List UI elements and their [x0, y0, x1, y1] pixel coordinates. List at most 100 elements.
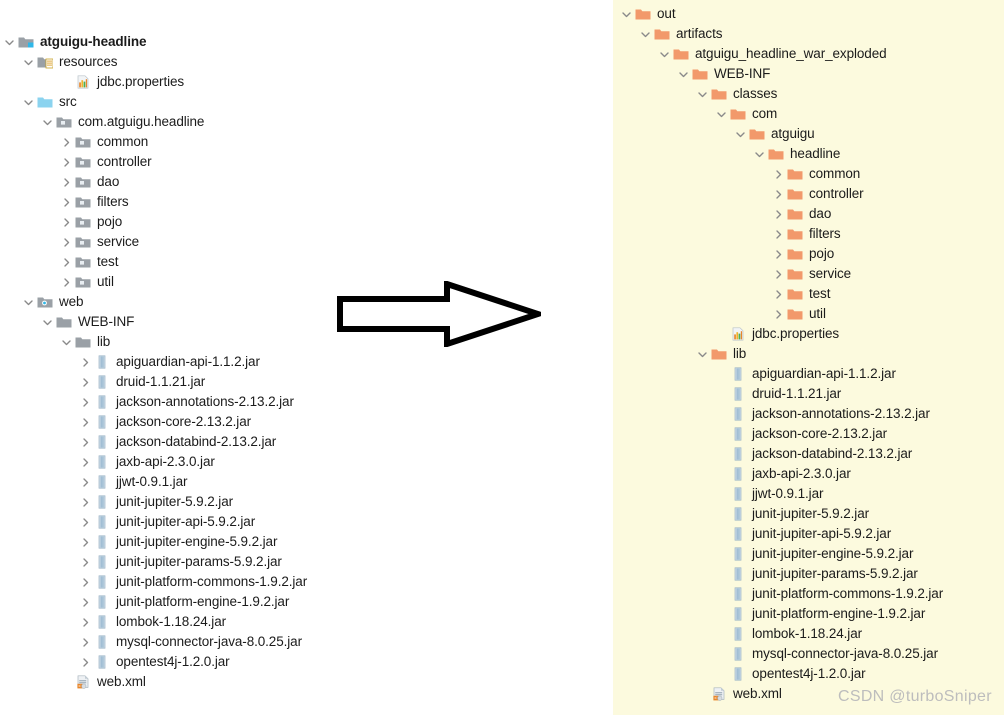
tree-row[interactable]: junit-jupiter-api-5.9.2.jar — [0, 512, 340, 532]
tree-row[interactable]: util — [0, 272, 340, 292]
tree-row[interactable]: jaxb-api-2.3.0.jar — [613, 464, 1004, 484]
tree-row[interactable]: junit-platform-engine-1.9.2.jar — [0, 592, 340, 612]
chevron-down-icon[interactable] — [695, 344, 710, 364]
chevron-down-icon[interactable] — [21, 92, 36, 112]
tree-row[interactable]: headline — [613, 144, 1004, 164]
tree-row[interactable]: common — [613, 164, 1004, 184]
tree-row[interactable]: druid-1.1.21.jar — [0, 372, 340, 392]
chevron-down-icon[interactable] — [733, 124, 748, 144]
tree-row[interactable]: service — [613, 264, 1004, 284]
tree-row[interactable]: filters — [613, 224, 1004, 244]
tree-row[interactable]: atguigu — [613, 124, 1004, 144]
chevron-right-icon[interactable] — [59, 272, 74, 292]
tree-row[interactable]: service — [0, 232, 340, 252]
chevron-down-icon[interactable] — [21, 292, 36, 312]
tree-row[interactable]: junit-jupiter-params-5.9.2.jar — [613, 564, 1004, 584]
chevron-right-icon[interactable] — [78, 512, 93, 532]
chevron-right-icon[interactable] — [59, 192, 74, 212]
chevron-right-icon[interactable] — [78, 532, 93, 552]
chevron-right-icon[interactable] — [78, 392, 93, 412]
chevron-down-icon[interactable] — [40, 112, 55, 132]
chevron-right-icon[interactable] — [78, 452, 93, 472]
tree-row[interactable]: com.atguigu.headline — [0, 112, 340, 132]
tree-row[interactable]: resources — [0, 52, 340, 72]
tree-row[interactable]: controller — [613, 184, 1004, 204]
chevron-right-icon[interactable] — [78, 472, 93, 492]
tree-row[interactable]: apiguardian-api-1.1.2.jar — [0, 352, 340, 372]
chevron-down-icon[interactable] — [619, 4, 634, 24]
chevron-down-icon[interactable] — [21, 52, 36, 72]
chevron-right-icon[interactable] — [771, 244, 786, 264]
chevron-right-icon[interactable] — [59, 172, 74, 192]
chevron-right-icon[interactable] — [78, 632, 93, 652]
chevron-right-icon[interactable] — [771, 164, 786, 184]
artifact-output-tree[interactable]: out artifacts atguigu_headline_war_explode… — [613, 4, 1004, 704]
tree-row[interactable]: pojo — [613, 244, 1004, 264]
tree-row[interactable]: jdbc.properties — [0, 72, 340, 92]
tree-row[interactable]: junit-jupiter-engine-5.9.2.jar — [0, 532, 340, 552]
tree-row[interactable]: junit-jupiter-api-5.9.2.jar — [613, 524, 1004, 544]
chevron-down-icon[interactable] — [714, 104, 729, 124]
chevron-right-icon[interactable] — [78, 352, 93, 372]
chevron-right-icon[interactable] — [59, 152, 74, 172]
tree-row[interactable]: common — [0, 132, 340, 152]
tree-row[interactable]: lib — [613, 344, 1004, 364]
chevron-right-icon[interactable] — [59, 212, 74, 232]
tree-row[interactable]: opentest4j-1.2.0.jar — [613, 664, 1004, 684]
tree-row[interactable]: jackson-databind-2.13.2.jar — [0, 432, 340, 452]
tree-row[interactable]: jackson-core-2.13.2.jar — [0, 412, 340, 432]
chevron-down-icon[interactable] — [676, 64, 691, 84]
chevron-right-icon[interactable] — [771, 204, 786, 224]
tree-row[interactable]: dao — [613, 204, 1004, 224]
tree-row[interactable]: lombok-1.18.24.jar — [613, 624, 1004, 644]
chevron-right-icon[interactable] — [771, 264, 786, 284]
tree-row[interactable]: < web.xml — [0, 672, 340, 692]
chevron-right-icon[interactable] — [78, 492, 93, 512]
chevron-right-icon[interactable] — [771, 304, 786, 324]
tree-row[interactable]: out — [613, 4, 1004, 24]
tree-row[interactable]: jackson-annotations-2.13.2.jar — [0, 392, 340, 412]
chevron-right-icon[interactable] — [59, 252, 74, 272]
tree-row[interactable]: jaxb-api-2.3.0.jar — [0, 452, 340, 472]
tree-row[interactable]: junit-jupiter-5.9.2.jar — [613, 504, 1004, 524]
chevron-down-icon[interactable] — [657, 44, 672, 64]
chevron-right-icon[interactable] — [78, 432, 93, 452]
tree-row[interactable]: filters — [0, 192, 340, 212]
tree-row[interactable]: opentest4j-1.2.0.jar — [0, 652, 340, 672]
chevron-right-icon[interactable] — [78, 612, 93, 632]
tree-row[interactable]: test — [613, 284, 1004, 304]
tree-row[interactable]: jackson-annotations-2.13.2.jar — [613, 404, 1004, 424]
chevron-right-icon[interactable] — [59, 232, 74, 252]
tree-row[interactable]: atguigu_headline_war_exploded — [613, 44, 1004, 64]
tree-row[interactable]: junit-jupiter-engine-5.9.2.jar — [613, 544, 1004, 564]
tree-row[interactable]: controller — [0, 152, 340, 172]
tree-row[interactable]: apiguardian-api-1.1.2.jar — [613, 364, 1004, 384]
tree-row[interactable]: druid-1.1.21.jar — [613, 384, 1004, 404]
tree-row[interactable]: jackson-databind-2.13.2.jar — [613, 444, 1004, 464]
tree-row[interactable]: dao — [0, 172, 340, 192]
tree-row[interactable]: WEB-INF — [613, 64, 1004, 84]
tree-row[interactable]: lombok-1.18.24.jar — [0, 612, 340, 632]
chevron-down-icon[interactable] — [59, 332, 74, 352]
tree-row[interactable]: mysql-connector-java-8.0.25.jar — [613, 644, 1004, 664]
tree-row[interactable]: junit-jupiter-params-5.9.2.jar — [0, 552, 340, 572]
tree-row[interactable]: jjwt-0.9.1.jar — [613, 484, 1004, 504]
chevron-down-icon[interactable] — [2, 32, 17, 52]
tree-row[interactable]: lib — [0, 332, 340, 352]
tree-row[interactable]: web — [0, 292, 340, 312]
chevron-down-icon[interactable] — [638, 24, 653, 44]
chevron-right-icon[interactable] — [78, 572, 93, 592]
tree-row[interactable]: classes — [613, 84, 1004, 104]
chevron-down-icon[interactable] — [695, 84, 710, 104]
chevron-right-icon[interactable] — [78, 592, 93, 612]
tree-row[interactable]: src — [0, 92, 340, 112]
chevron-right-icon[interactable] — [78, 552, 93, 572]
chevron-right-icon[interactable] — [59, 132, 74, 152]
tree-row[interactable]: junit-platform-commons-1.9.2.jar — [0, 572, 340, 592]
tree-row[interactable]: jackson-core-2.13.2.jar — [613, 424, 1004, 444]
chevron-right-icon[interactable] — [771, 284, 786, 304]
chevron-right-icon[interactable] — [78, 372, 93, 392]
tree-row[interactable]: jjwt-0.9.1.jar — [0, 472, 340, 492]
tree-row[interactable]: mysql-connector-java-8.0.25.jar — [0, 632, 340, 652]
tree-row[interactable]: pojo — [0, 212, 340, 232]
